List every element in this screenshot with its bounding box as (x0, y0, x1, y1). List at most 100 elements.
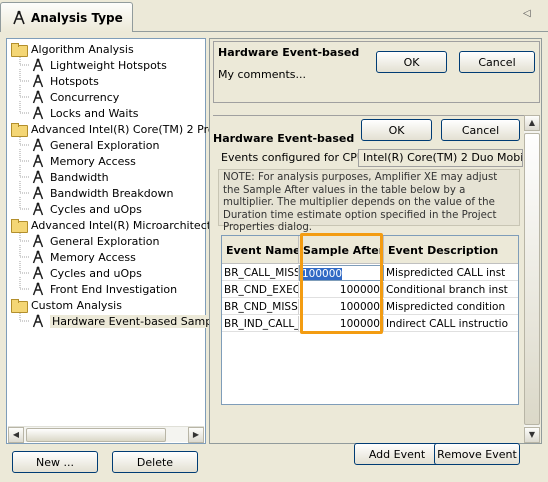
tree-item[interactable]: Hardware Event-based Sampling (31, 313, 235, 329)
vertical-scrollbar[interactable]: ▲ ▼ (524, 115, 540, 443)
analysis-type-icon (32, 234, 44, 248)
new-button[interactable]: New ... (12, 451, 98, 473)
tree-item[interactable]: Hotspots (31, 73, 99, 89)
analysis-type-icon (32, 250, 44, 264)
delete-button[interactable]: Delete (112, 451, 198, 473)
tree-item-label: Algorithm Analysis (31, 42, 134, 56)
tree-item[interactable]: Bandwidth Breakdown (31, 185, 173, 201)
add-event-button[interactable]: Add Event (354, 443, 440, 465)
col-event-description[interactable]: Event Description (384, 236, 518, 264)
tree-folder[interactable]: Custom Analysis (11, 297, 122, 313)
analysis-type-icon (32, 186, 44, 200)
tab-analysis-type[interactable]: Analysis Type (0, 2, 133, 32)
ok-editor-button[interactable]: OK (361, 119, 432, 141)
tree-item-label: Concurrency (50, 90, 120, 104)
folder-open-icon (11, 122, 28, 137)
analysis-type-icon (32, 154, 44, 168)
analysis-type-icon (32, 138, 44, 152)
tree-item-label: Cycles and uOps (50, 202, 142, 216)
tree-item-label: Lightweight Hotspots (50, 58, 167, 72)
tree-item-label: Locks and Waits (50, 106, 139, 120)
tree-folder[interactable]: Advanced Intel(R) Core(TM) 2 Proce (11, 121, 227, 137)
summary-title: Hardware Event-based Sa (218, 46, 360, 59)
cell-event-description[interactable]: Indirect CALL instructio (384, 316, 518, 332)
cell-event-name[interactable]: BR_IND_CALL_ (222, 316, 299, 332)
comments-text[interactable]: My comments... (218, 68, 306, 81)
cell-event-description[interactable]: Conditional branch inst (384, 282, 518, 298)
analysis-type-icon (32, 266, 44, 280)
tab-strip: Analysis Type ◁ (0, 0, 548, 32)
scroll-right-icon[interactable]: ▶ (188, 427, 204, 443)
scroll-up-icon[interactable]: ▲ (524, 115, 540, 131)
analysis-type-icon (32, 74, 44, 88)
analysis-type-icon (13, 10, 25, 24)
tree-item-label: Cycles and uOps (50, 266, 142, 280)
tree-item-label: General Exploration (50, 234, 160, 248)
cpu-label: Events configured for CPU: (221, 151, 369, 164)
cell-event-description[interactable]: Mispredicted condition (384, 299, 518, 315)
cancel-top-button[interactable]: Cancel (459, 51, 535, 73)
cell-sample-after[interactable]: 100000 (299, 299, 384, 315)
analysis-type-icon (32, 170, 44, 184)
table-row[interactable]: BR_CALL_MISS 100000 Mispredicted CALL inst (222, 265, 518, 281)
tree-item-label: Hardware Event-based Sampling (50, 314, 235, 328)
analysis-tree[interactable]: Algorithm Analysis Lightweight Hotspots Ho… (6, 38, 235, 444)
tree-item[interactable]: General Exploration (31, 137, 159, 153)
analysis-type-icon (32, 314, 44, 328)
cell-event-description[interactable]: Mispredicted CALL inst (384, 265, 518, 281)
events-table[interactable]: Event Name Sample After Event Descriptio… (221, 235, 519, 405)
tree-item-label: Advanced Intel(R) Core(TM) 2 Proce (31, 122, 228, 136)
folder-open-icon (11, 42, 28, 57)
tab-scroll-left-icon[interactable]: ◁ (523, 8, 537, 22)
cell-event-name[interactable]: BR_CND_MISSP (222, 299, 299, 315)
ok-top-button[interactable]: OK (376, 51, 447, 73)
col-sample-after[interactable]: Sample After (299, 236, 384, 264)
table-row[interactable]: BR_CND_EXEC 100000 Conditional branch inst (222, 282, 518, 298)
cancel-editor-button[interactable]: Cancel (441, 119, 520, 141)
tree-item-label: Custom Analysis (31, 298, 122, 312)
table-header: Event Name Sample After Event Descriptio… (222, 236, 518, 264)
scroll-left-icon[interactable]: ◀ (8, 427, 24, 443)
table-row[interactable]: BR_IND_CALL_ 100000 Indirect CALL instruct… (222, 316, 518, 332)
tree-item-label: Memory Access (50, 154, 136, 168)
tree-item-label: Hotspots (50, 74, 99, 88)
tree-item[interactable]: Cycles and uOps (31, 265, 142, 281)
tree-item-label: Memory Access (50, 250, 136, 264)
folder-open-icon (11, 298, 28, 313)
tree-item[interactable]: Concurrency (31, 89, 119, 105)
cell-event-name[interactable]: BR_CND_EXEC (222, 282, 299, 298)
tree-item-label: Bandwidth Breakdown (50, 186, 174, 200)
tree-item[interactable]: Cycles and uOps (31, 201, 142, 217)
tree-item-label: General Exploration (50, 138, 160, 152)
folder-open-icon (11, 218, 28, 233)
tree-item[interactable]: Front End Investigation (31, 281, 177, 297)
cell-sample-after-value[interactable]: 100000 (302, 268, 343, 280)
remove-event-button[interactable]: Remove Event (434, 443, 520, 465)
cell-sample-after-editor[interactable]: 100000 (299, 265, 384, 281)
tree-folder[interactable]: Advanced Intel(R) Microarchitecture (11, 217, 229, 233)
scroll-thumb[interactable] (26, 428, 166, 442)
cell-sample-after[interactable]: 100000 (299, 282, 384, 298)
tree-item[interactable]: Locks and Waits (31, 105, 139, 121)
tree-item[interactable]: Memory Access (31, 153, 136, 169)
cpu-field[interactable]: Intel(R) Core(TM) 2 Duo Mobile P (358, 149, 523, 167)
tree-item-label: Front End Investigation (50, 282, 178, 296)
analysis-type-icon (32, 202, 44, 216)
cell-sample-after[interactable]: 100000 (299, 316, 384, 332)
tree-item[interactable]: Lightweight Hotspots (31, 57, 167, 73)
tree-item[interactable]: Bandwidth (31, 169, 109, 185)
cell-event-name[interactable]: BR_CALL_MISS (222, 265, 299, 281)
tree-item-label: Advanced Intel(R) Microarchitecture (31, 218, 230, 232)
analysis-details-panel: Hardware Event-based Sa My comments... O… (209, 38, 542, 465)
scroll-thumb[interactable] (524, 133, 540, 425)
analysis-type-icon (32, 106, 44, 120)
scroll-down-icon[interactable]: ▼ (524, 427, 540, 443)
table-row[interactable]: BR_CND_MISSP 100000 Mispredicted condition (222, 299, 518, 315)
analysis-type-icon (32, 58, 44, 72)
tree-item[interactable]: Memory Access (31, 249, 136, 265)
tree-item[interactable]: General Exploration (31, 233, 159, 249)
analysis-type-icon (32, 282, 44, 296)
col-event-name[interactable]: Event Name (222, 236, 299, 264)
horizontal-scrollbar[interactable]: ◀ ▶ (8, 426, 204, 443)
tree-folder[interactable]: Algorithm Analysis (11, 41, 134, 57)
